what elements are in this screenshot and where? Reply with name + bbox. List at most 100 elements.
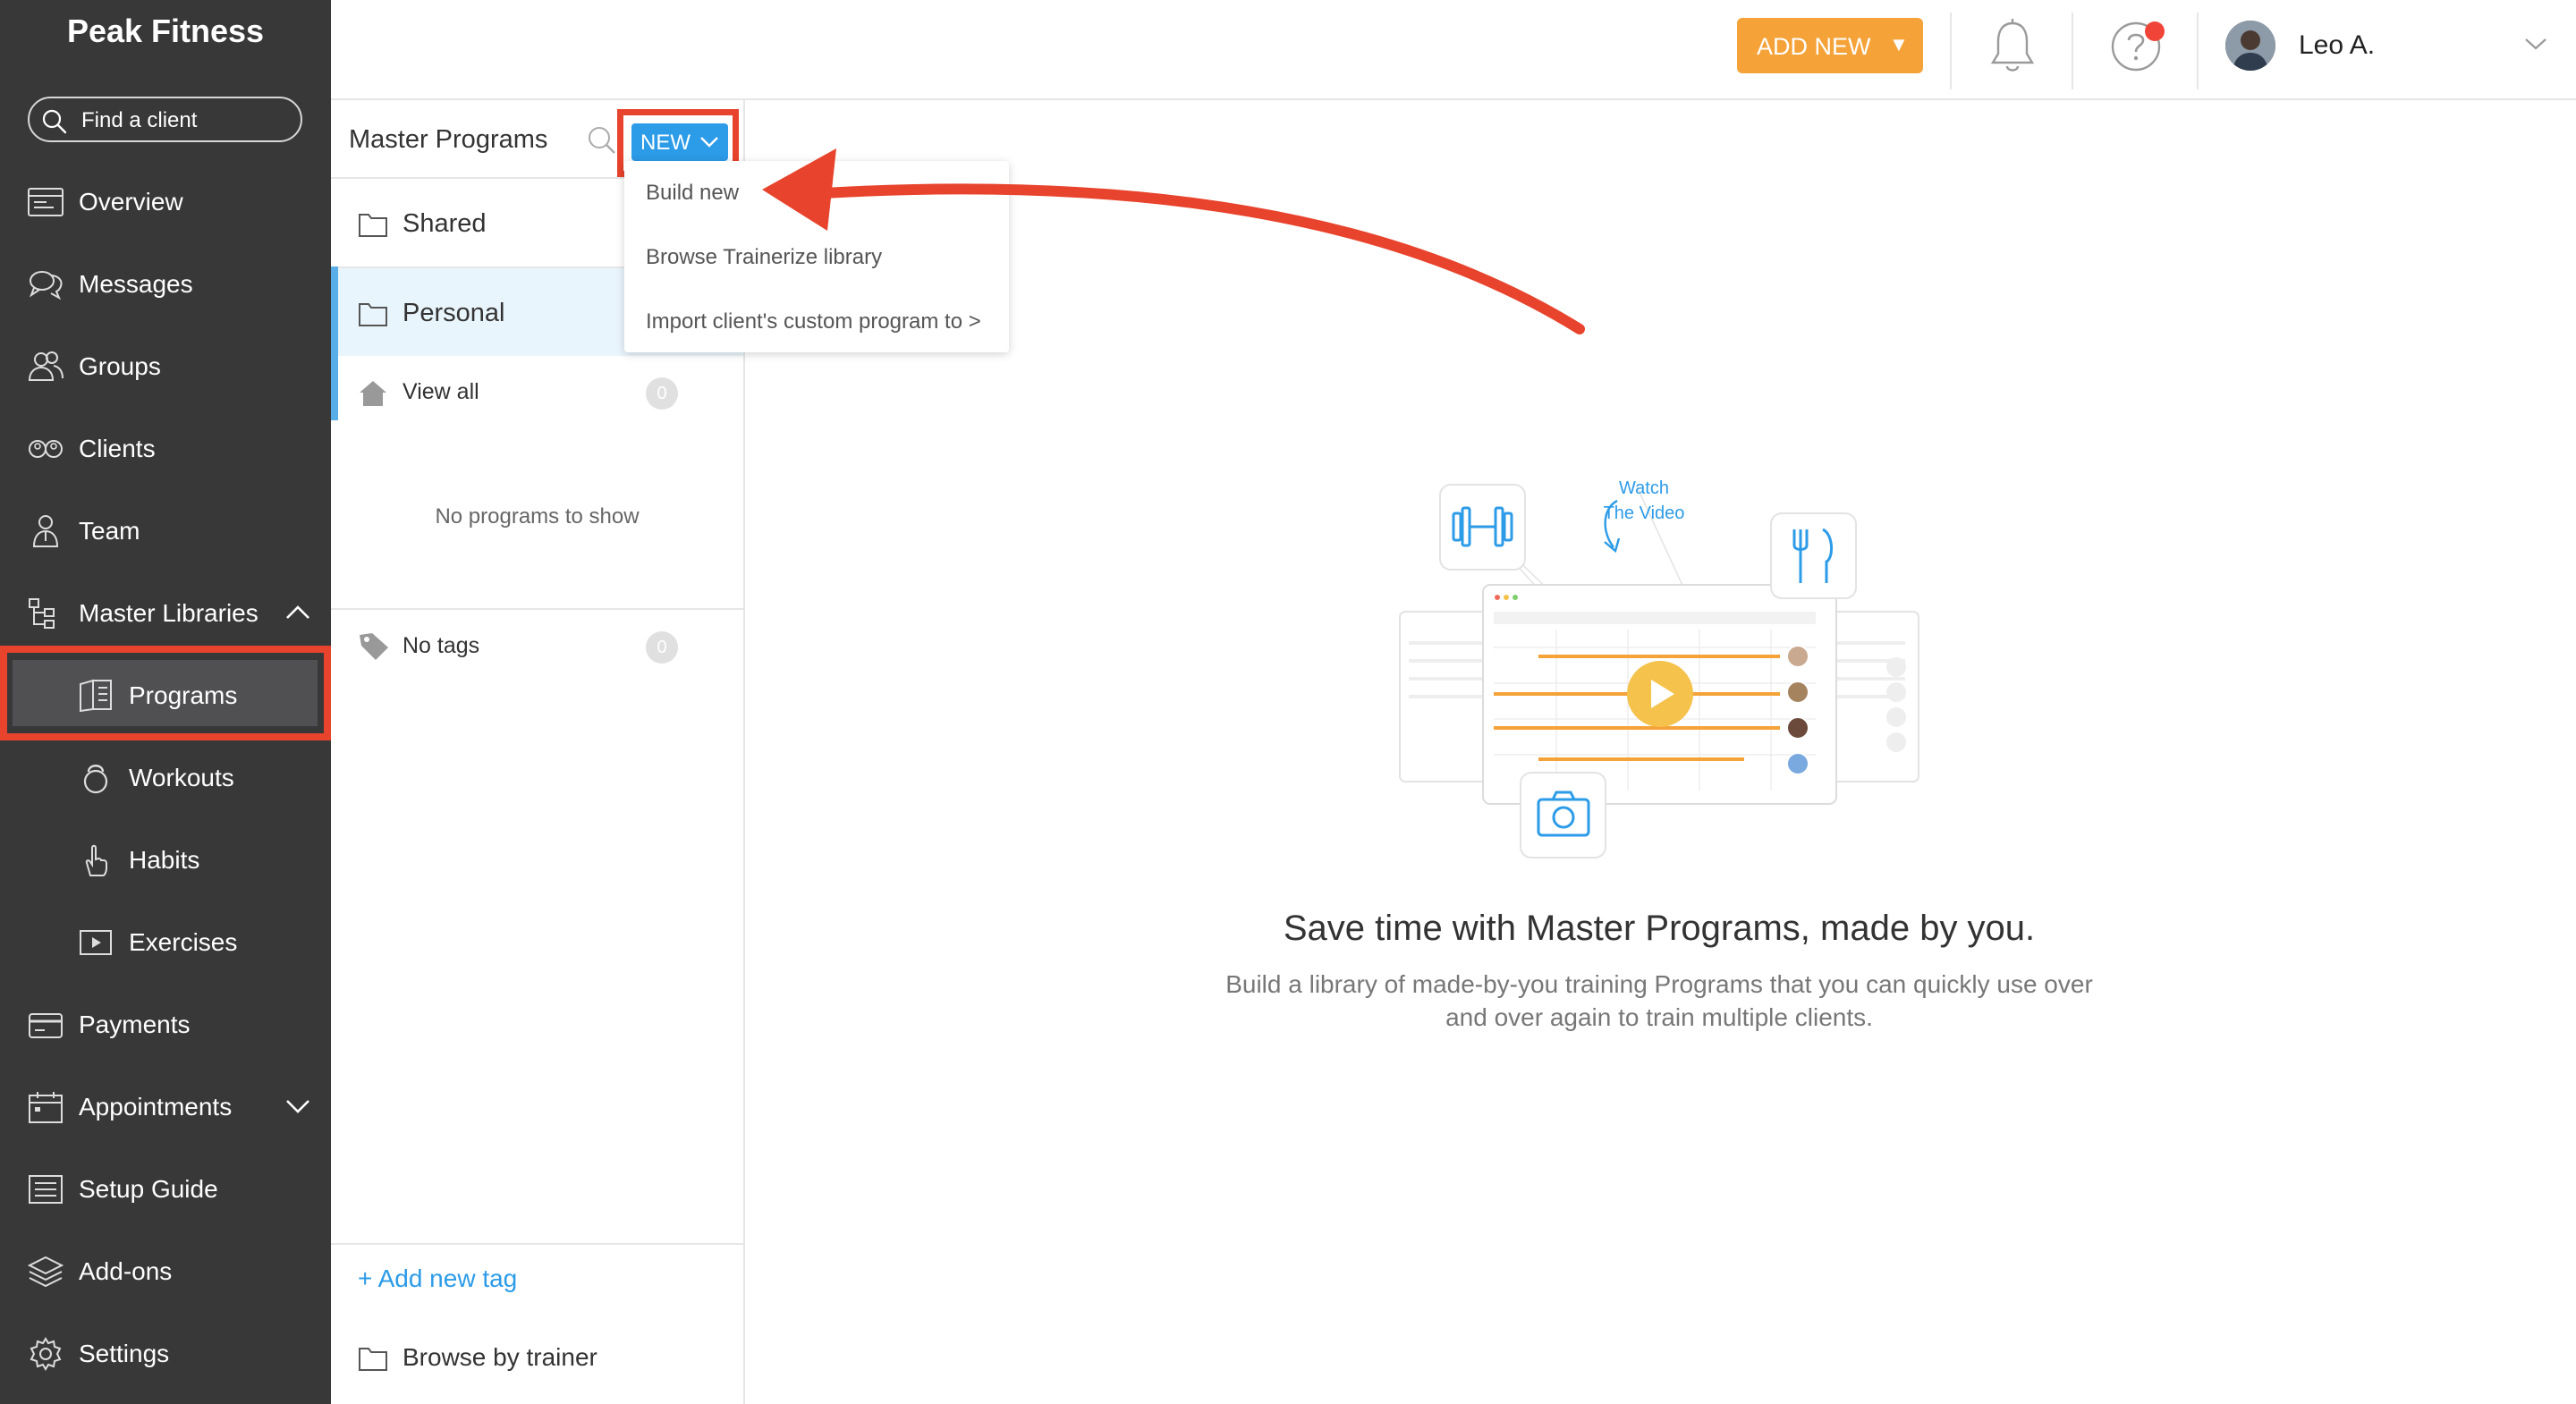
avatar[interactable] xyxy=(2225,21,2275,71)
nav-item-appointments[interactable]: Appointments xyxy=(0,1075,331,1139)
credit-card-icon xyxy=(29,1013,63,1038)
nav-item-groups[interactable]: Groups xyxy=(0,334,331,399)
layers-icon xyxy=(27,1256,64,1288)
view-all-count-badge: 0 xyxy=(646,377,678,410)
nav-label: Payments xyxy=(79,1011,191,1038)
hand-pointer-icon xyxy=(85,844,107,876)
hierarchy-icon xyxy=(29,598,55,629)
panel-title: Master Programs xyxy=(349,125,548,154)
nav-item-overview[interactable]: Overview xyxy=(0,170,331,234)
find-client-search[interactable]: Find a client xyxy=(28,97,302,142)
empty-state-description-line: and over again to train multiple clients… xyxy=(1445,1003,1873,1031)
menu-item-build-new[interactable]: Build new xyxy=(646,181,739,206)
nav-label: Add-ons xyxy=(79,1257,173,1285)
master-programs-illustration: Watch The Video xyxy=(1399,478,1919,858)
divider xyxy=(2197,13,2199,89)
empty-state-title: Save time with Master Programs, made by … xyxy=(1283,909,2036,948)
tag-icon xyxy=(360,633,388,660)
nav-item-team[interactable]: Team xyxy=(0,499,331,563)
chevron-up-icon xyxy=(286,605,309,619)
chevron-down-icon[interactable] xyxy=(2522,34,2549,54)
divider xyxy=(1950,13,1952,89)
new-label: NEW xyxy=(640,131,691,155)
menu-item-import-custom[interactable]: Import client's custom program to > xyxy=(646,309,981,334)
chevron-down-icon xyxy=(286,1100,309,1113)
divider xyxy=(331,1243,743,1245)
chat-bubbles-icon xyxy=(29,271,63,300)
chevron-right-icon: > xyxy=(968,309,981,334)
import-label: Import client's custom program to xyxy=(646,309,963,334)
nav-item-exercises[interactable]: Exercises xyxy=(0,910,331,975)
nav-label: Settings xyxy=(79,1340,170,1367)
notifications-button[interactable] xyxy=(1986,18,2039,81)
empty-state-description-line: Build a library of made-by-you training … xyxy=(1225,970,2093,998)
nav-item-master-libraries[interactable]: Master Libraries xyxy=(0,581,331,646)
divider xyxy=(331,608,743,610)
nav-label: Clients xyxy=(79,435,156,462)
empty-programs-text: No programs to show xyxy=(435,504,640,529)
empty-state-description: Build a library of made-by-you training … xyxy=(1199,968,2120,1034)
video-play-icon xyxy=(80,930,112,955)
nav-item-messages[interactable]: Messages xyxy=(0,252,331,317)
selected-accent-bar xyxy=(331,266,338,420)
nav-label: Groups xyxy=(79,352,161,380)
folder-label: Shared xyxy=(402,209,487,238)
nav-item-habits[interactable]: Habits xyxy=(0,828,331,892)
nav-label: Workouts xyxy=(129,764,234,791)
view-all-link[interactable]: View all xyxy=(402,379,479,405)
add-new-tag-link[interactable]: + Add new tag xyxy=(358,1264,517,1293)
sidebar: Peak Fitness Find a client Overview Mess… xyxy=(0,0,331,1404)
new-program-button[interactable]: NEW xyxy=(631,123,728,161)
nav-item-clients[interactable]: Clients xyxy=(0,417,331,481)
nav-item-setup-guide[interactable]: Setup Guide xyxy=(0,1157,331,1222)
watch-video-line1[interactable]: Watch xyxy=(1619,478,1669,498)
folder-icon xyxy=(359,214,387,237)
nav-item-programs[interactable]: Programs xyxy=(0,664,331,728)
no-tags-label: No tags xyxy=(402,633,480,658)
nav-label: Exercises xyxy=(129,928,238,956)
watch-video-line2[interactable]: The Video xyxy=(1604,503,1685,523)
home-icon xyxy=(360,381,386,406)
nav-label: Programs xyxy=(129,681,238,709)
avatar-image xyxy=(2225,21,2275,71)
add-new-button[interactable]: ADD NEW ▼ xyxy=(1737,18,1923,73)
chevron-down-icon xyxy=(700,137,718,148)
new-program-dropdown: Build new Browse Trainerize library Impo… xyxy=(624,161,1009,352)
tags-count-badge: 0 xyxy=(646,631,678,664)
gear-icon xyxy=(30,1337,62,1371)
team-icon xyxy=(32,515,59,547)
nav-label: Master Libraries xyxy=(79,599,258,627)
user-name[interactable]: Leo A. xyxy=(2299,30,2375,61)
search-icon[interactable] xyxy=(587,125,617,156)
folder-icon xyxy=(359,1348,387,1371)
nav-item-payments[interactable]: Payments xyxy=(0,993,331,1057)
search-icon xyxy=(42,109,67,134)
menu-item-browse-library[interactable]: Browse Trainerize library xyxy=(646,245,882,270)
caret-down-icon: ▼ xyxy=(1889,33,1909,55)
nav-item-settings[interactable]: Settings xyxy=(0,1322,331,1386)
notification-dot xyxy=(2145,21,2165,41)
calendar-icon xyxy=(29,1092,63,1123)
overview-icon xyxy=(28,188,64,216)
nav-label: Overview xyxy=(79,188,183,216)
folder-label: Personal xyxy=(402,299,505,327)
book-icon xyxy=(80,679,112,713)
browse-by-trainer-link[interactable]: Browse by trainer xyxy=(402,1343,597,1372)
clients-icon xyxy=(29,440,63,458)
nav-item-workouts[interactable]: Workouts xyxy=(0,746,331,810)
groups-icon xyxy=(28,351,64,381)
kettlebell-icon xyxy=(83,765,108,794)
add-new-label: ADD NEW xyxy=(1757,33,1871,60)
nav-label: Messages xyxy=(79,270,193,298)
brand-name: Peak Fitness xyxy=(66,13,265,49)
divider xyxy=(2072,13,2073,89)
folder-icon xyxy=(359,303,387,326)
checklist-icon xyxy=(29,1175,63,1204)
nav-label: Team xyxy=(79,517,140,545)
bell-icon xyxy=(1990,19,2035,72)
find-client-label: Find a client xyxy=(81,108,198,132)
nav-label: Appointments xyxy=(79,1093,233,1121)
nav-label: Habits xyxy=(129,846,200,874)
nav-item-addons[interactable]: Add-ons xyxy=(0,1239,331,1304)
nav-label: Setup Guide xyxy=(79,1175,218,1203)
